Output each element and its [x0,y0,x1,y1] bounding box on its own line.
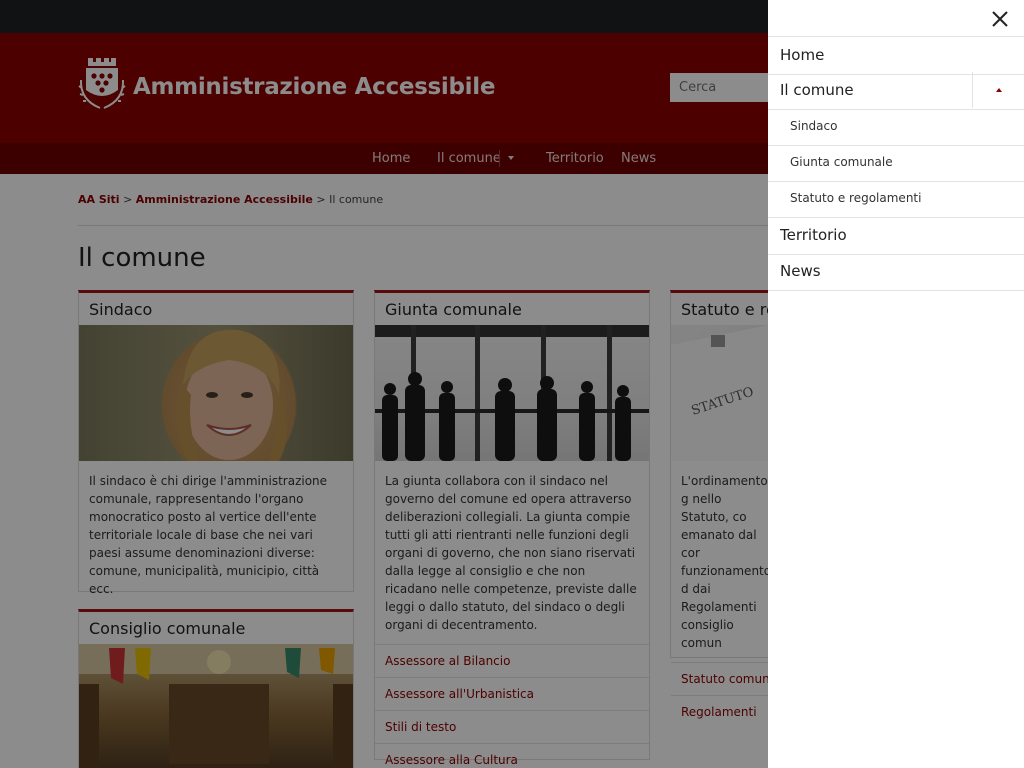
drawer-item-label: News [780,262,821,280]
chevron-up-icon [996,88,1002,92]
close-icon[interactable] [988,7,1012,31]
drawer-item-home[interactable]: Home [768,36,1024,75]
drawer-item-territorio[interactable]: Territorio [768,217,1024,255]
drawer-item-news[interactable]: News [768,253,1024,291]
drawer-subitem-sindaco[interactable]: Sindaco [768,108,1024,146]
drawer-item-label: Home [780,46,825,64]
drawer-item-il-comune[interactable]: Il comune [768,72,1024,110]
submenu-toggle[interactable] [972,72,1024,108]
drawer-subitem-label: Sindaco [790,119,838,133]
page-overlay[interactable] [0,0,768,768]
drawer-subitem-label: Statuto e regolamenti [790,191,922,205]
drawer-subitem-statuto[interactable]: Statuto e regolamenti [768,180,1024,218]
drawer-subitem-label: Giunta comunale [790,155,893,169]
drawer-item-label: Territorio [780,226,847,244]
drawer-subitem-giunta[interactable]: Giunta comunale [768,144,1024,182]
